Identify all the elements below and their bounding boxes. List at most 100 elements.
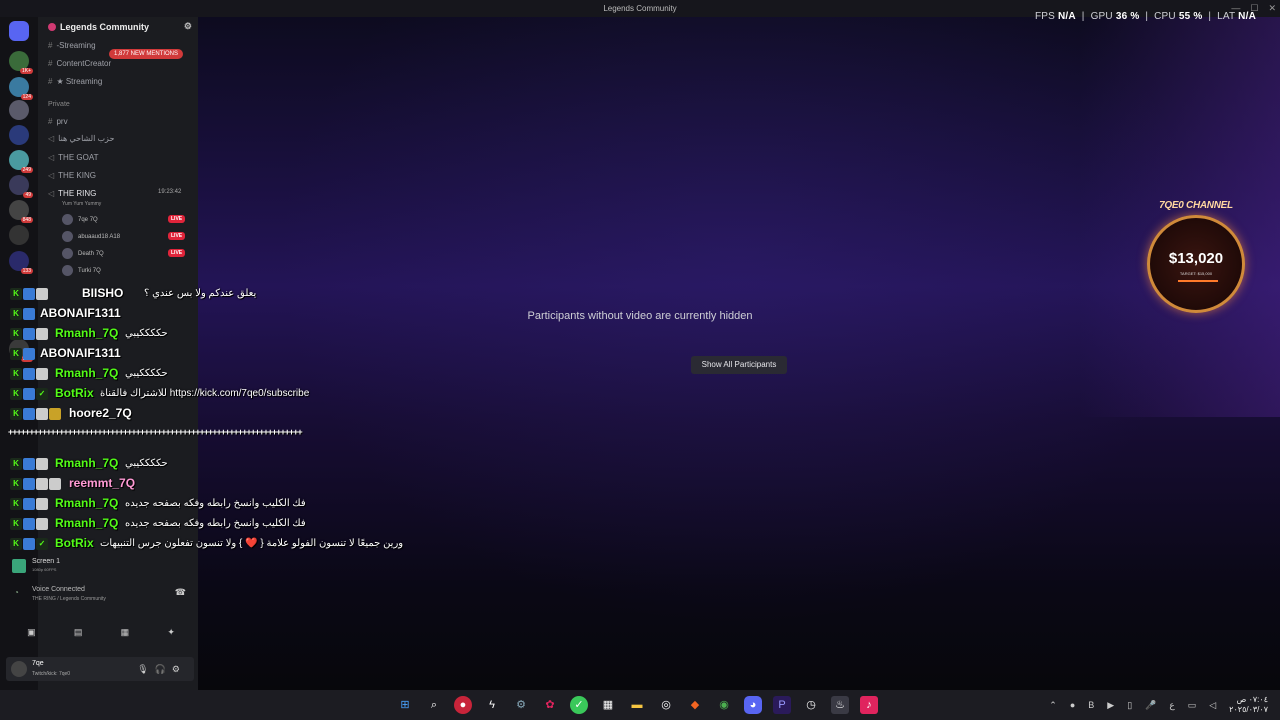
channel-streaming-star[interactable]: # ★ Streaming [48, 77, 102, 86]
user-name: 7qe [32, 660, 44, 667]
voice-user-tag: A18 [109, 234, 121, 241]
voice-channel[interactable]: ◁ THE GOAT [48, 153, 98, 162]
voice-user[interactable]: 7qe 7Q [62, 214, 98, 225]
voice-channel[interactable]: ◁ THE KING [48, 171, 96, 180]
avatar [11, 661, 27, 677]
new-mentions-badge[interactable]: 1,877 NEW MENTIONS [109, 49, 184, 59]
live-badge: LIVE [168, 249, 186, 257]
kick-badge: K [10, 478, 22, 490]
green-app-icon[interactable]: ✓ [570, 696, 588, 714]
camera-off-icon[interactable]: ▣ [27, 627, 36, 643]
thunder-icon[interactable]: ϟ [483, 696, 501, 714]
volume-icon[interactable]: ◁ [1209, 700, 1216, 711]
kick-badge: K [10, 308, 22, 320]
server-icon[interactable]: 124 [9, 77, 33, 100]
voice-channel[interactable]: ◁ حزب الشاحي هنا [48, 134, 114, 143]
language-indicator[interactable]: ع [1169, 700, 1174, 711]
channel-prv[interactable]: # prv [48, 117, 68, 126]
voice-timer: 19:23:42 [158, 189, 182, 195]
screen-share-icon[interactable]: ▤ [74, 627, 83, 643]
discord-home-icon[interactable] [9, 21, 29, 41]
play-icon[interactable]: ▶ [1107, 700, 1114, 711]
sub-badge [23, 478, 35, 490]
network-icon[interactable]: ▭ [1188, 700, 1197, 711]
screen-detail: 1080p 60FPS [32, 567, 57, 572]
windows-icon[interactable]: ⊞ [396, 696, 414, 714]
voice-user[interactable]: Turki 7Q [62, 265, 101, 276]
channel-name: 7QE0 CHANNEL [1159, 200, 1233, 211]
server-icon[interactable] [9, 225, 29, 245]
server-header[interactable]: Legends Community ⚙ [40, 21, 196, 39]
channel-streaming[interactable]: # -Streaming [48, 41, 96, 50]
steam-icon[interactable]: ♨ [831, 696, 849, 714]
mic-icon[interactable]: 🎤 [1145, 700, 1156, 711]
close-button[interactable]: ✕ [1268, 3, 1276, 14]
kick-badge: K [10, 288, 22, 300]
server-logo-icon [48, 23, 56, 31]
clock[interactable]: ٠٧:٠٤ ص ٢٠٢٥/٠٣/٠٧ [1229, 695, 1268, 715]
soundboard-icon[interactable]: ✦ [167, 627, 175, 643]
server-icon[interactable]: 49 [9, 175, 33, 198]
cpu-value: 55 % [1178, 11, 1203, 22]
goal-target: TARGET: $15,000 [1179, 271, 1213, 276]
premiere-icon[interactable]: P [773, 696, 791, 714]
user-controls-icon[interactable]: 🎙🎧⚙ [137, 664, 186, 675]
settings-icon[interactable]: ⚙ [512, 696, 530, 714]
search-icon[interactable]: ⌕ [425, 696, 443, 714]
verified-badge: ✓ [36, 538, 48, 550]
bluetooth-icon[interactable]: B [1088, 700, 1094, 710]
server-badge: 49 [23, 192, 33, 198]
server-badge: 124 [20, 94, 33, 100]
server-icon[interactable] [9, 125, 29, 145]
live-badge: LIVE [168, 232, 186, 240]
disconnect-icon[interactable]: ☎ [175, 587, 186, 598]
badge [36, 328, 48, 340]
chat-username: ABONAIF1311 [40, 346, 121, 360]
server-name: Legends Community [60, 22, 150, 32]
folder-icon[interactable]: ▬ [628, 696, 646, 714]
server-icon[interactable]: 1K+ [9, 51, 33, 74]
sub-badge [23, 518, 35, 530]
system-tray: ⌃ ● B ▶ ▯ 🎤 ع ▭ ◁ ٠٧:٠٤ ص ٢٠٢٥/٠٣/٠٧ [1049, 695, 1268, 715]
chat-username: ABONAIF1311 [40, 306, 121, 320]
taskbar: ⊞ ⌕ ● ϟ ⚙ ✿ ✓ ▦ ▬ ◎ ◆ ◉ ◕ P ◷ ♨ ♪ ⌃ ● B … [0, 690, 1280, 720]
chevron-up-icon[interactable]: ⌃ [1049, 700, 1057, 711]
server-icon[interactable]: 848 [9, 200, 33, 223]
voice-connected-detail: THE RING / Legends Community [32, 596, 106, 602]
bug-icon[interactable]: ✿ [541, 696, 559, 714]
chat-username: reemmt_7Q [69, 476, 136, 490]
discord-icon[interactable]: ◕ [744, 696, 762, 714]
obs-icon[interactable]: ◎ [657, 696, 675, 714]
avatar [62, 214, 73, 225]
server-icon[interactable]: 133 [9, 251, 33, 274]
chat-text: فك الكليب وانسخ رابطه وفكه بصفحه جديده [125, 518, 306, 529]
voice-user-tag: 7Q [89, 217, 98, 224]
voice-user[interactable]: Death 7Q [62, 248, 104, 259]
badge [36, 478, 48, 490]
server-icon[interactable]: 249 [9, 150, 33, 173]
battery-icon[interactable]: ▯ [1127, 700, 1132, 711]
chat-text: للاشتراك فالقناة https://kick.com/7qe0/s… [100, 388, 310, 399]
server-icon[interactable] [9, 100, 29, 120]
chrome-icon[interactable]: ◉ [715, 696, 733, 714]
category-private[interactable]: Private [48, 101, 70, 108]
red-app-icon[interactable]: ● [454, 696, 472, 714]
tray-app-icon[interactable]: ● [1070, 700, 1075, 710]
show-all-participants-button[interactable]: Show All Participants [691, 356, 787, 374]
voice-channel-the-ring[interactable]: ◁ THE RING 19:23:42 [48, 189, 181, 198]
tiktok-icon[interactable]: ♪ [860, 696, 878, 714]
kick-badge: K [10, 518, 22, 530]
screen-share-panel[interactable]: Screen 1 1080p 60FPS [8, 555, 194, 577]
brave-icon[interactable]: ◆ [686, 696, 704, 714]
server-badge: 133 [20, 268, 33, 274]
hidden-participants-message: Participants without video are currently… [527, 310, 753, 322]
add-user-icon[interactable]: ⚙ [184, 21, 192, 32]
channel-contentcreator[interactable]: # ContentCreator [48, 59, 111, 68]
voice-user[interactable]: abuaaud18 A18 [62, 231, 120, 242]
activities-icon[interactable]: ▦ [121, 627, 130, 643]
kick-badge: K [10, 498, 22, 510]
user-panel[interactable]: 7qe Twitch/kick: 7qe0 🎙🎧⚙ [6, 657, 194, 681]
editor-icon[interactable]: ▦ [599, 696, 617, 714]
clock-app-icon[interactable]: ◷ [802, 696, 820, 714]
kick-badge: K [10, 458, 22, 470]
